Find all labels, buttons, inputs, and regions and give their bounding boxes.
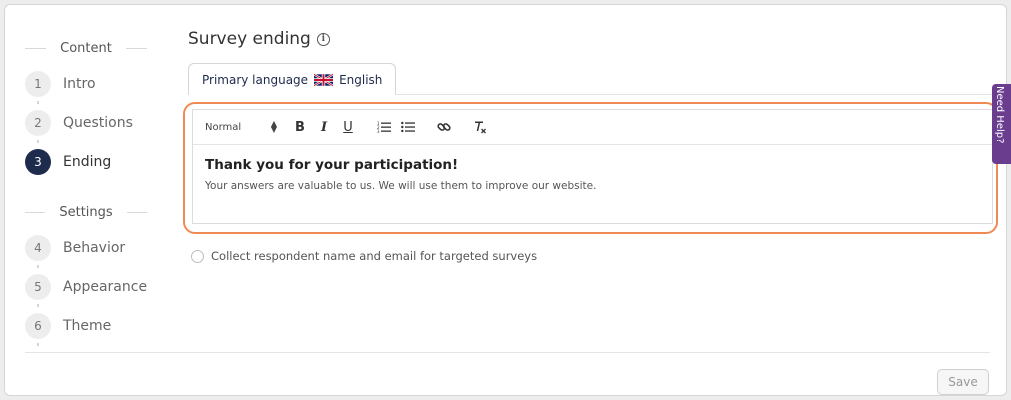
sidebar-item-ending[interactable]: 3 Ending	[25, 149, 111, 175]
sidebar-item-intro[interactable]: 1 Intro	[25, 71, 96, 97]
sidebar-item-appearance[interactable]: 5 Appearance	[25, 274, 147, 300]
step-number: 2	[25, 110, 51, 136]
step-connector	[37, 304, 39, 307]
sidebar-item-label: Theme	[63, 318, 112, 334]
step-number: 1	[25, 71, 51, 97]
svg-text:3: 3	[377, 129, 380, 133]
collect-respondent-checkbox[interactable]	[191, 249, 204, 263]
editor-content[interactable]: Thank you for your participation! Your a…	[193, 145, 992, 204]
sidebar-item-label: Intro	[63, 76, 96, 92]
info-icon[interactable]: i	[316, 32, 330, 46]
main-panel: Survey ending i Primary language English…	[183, 5, 998, 395]
survey-editor-window: Content 1 Intro 2 Questions 3 Ending Set…	[4, 4, 1007, 396]
step-number: 5	[25, 274, 51, 300]
format-select-value: Normal	[205, 121, 242, 133]
collect-respondent-checkbox-row[interactable]: Collect respondent name and email for ta…	[191, 249, 537, 263]
rich-text-editor[interactable]: Normal ▲ ▼ B I U 1 2 3 Thank you for you…	[192, 109, 993, 224]
content-section-header: Content	[25, 38, 148, 58]
settings-section-label: Settings	[59, 204, 113, 220]
sidebar-item-behavior[interactable]: 4 Behavior	[25, 235, 125, 261]
tab-prefix-label: Primary language	[202, 72, 309, 87]
footer-divider	[25, 352, 990, 353]
sidebar-item-label: Behavior	[63, 240, 126, 256]
step-connector	[37, 343, 39, 346]
step-number: 6	[25, 313, 51, 339]
ending-heading: Thank you for your participation!	[205, 157, 459, 173]
sidebar: Content 1 Intro 2 Questions 3 Ending Set…	[5, 5, 175, 395]
clear-format-button[interactable]	[469, 116, 491, 138]
step-connector	[37, 101, 39, 104]
content-section-label: Content	[60, 40, 112, 56]
editor-toolbar: Normal ▲ ▼ B I U 1 2 3	[193, 110, 992, 145]
save-button[interactable]: Save	[937, 369, 989, 395]
sidebar-item-label: Questions	[63, 115, 133, 131]
settings-section-header: Settings	[25, 202, 148, 222]
ending-body: Your answers are valuable to us. We will…	[205, 180, 597, 192]
sidebar-item-label: Ending	[63, 154, 112, 170]
clear-format-icon	[475, 121, 486, 134]
collect-respondent-label: Collect respondent name and email for ta…	[211, 249, 538, 263]
bold-button[interactable]: B	[289, 116, 311, 138]
tab-primary-language[interactable]: Primary language English	[188, 63, 397, 95]
sidebar-item-questions[interactable]: 2 Questions	[25, 110, 133, 136]
link-icon	[437, 123, 451, 131]
page-title: Survey ending	[188, 29, 311, 49]
tab-language-label: English	[339, 72, 383, 87]
step-connector	[37, 265, 39, 268]
need-help-label: Need Help?	[994, 86, 1005, 144]
italic-button[interactable]: I	[313, 116, 335, 138]
need-help-tab[interactable]: Need Help?	[992, 84, 1011, 164]
step-connector	[37, 140, 39, 143]
bullet-list-button[interactable]	[397, 116, 419, 138]
uk-flag-icon	[314, 73, 334, 86]
page-title-row: Survey ending i	[188, 29, 330, 49]
ordered-list-button[interactable]: 1 2 3	[373, 116, 395, 138]
bullet-list-icon	[401, 121, 415, 133]
ordered-list-icon: 1 2 3	[377, 121, 391, 133]
step-number: 4	[25, 235, 51, 261]
sidebar-item-label: Appearance	[63, 279, 148, 295]
step-number: 3	[25, 149, 51, 175]
format-select[interactable]: Normal ▲ ▼	[205, 119, 277, 134]
link-button[interactable]	[433, 116, 455, 138]
select-arrows-icon: ▲ ▼	[270, 119, 277, 134]
underline-button[interactable]: U	[337, 116, 359, 138]
sidebar-item-theme[interactable]: 6 Theme	[25, 313, 111, 339]
